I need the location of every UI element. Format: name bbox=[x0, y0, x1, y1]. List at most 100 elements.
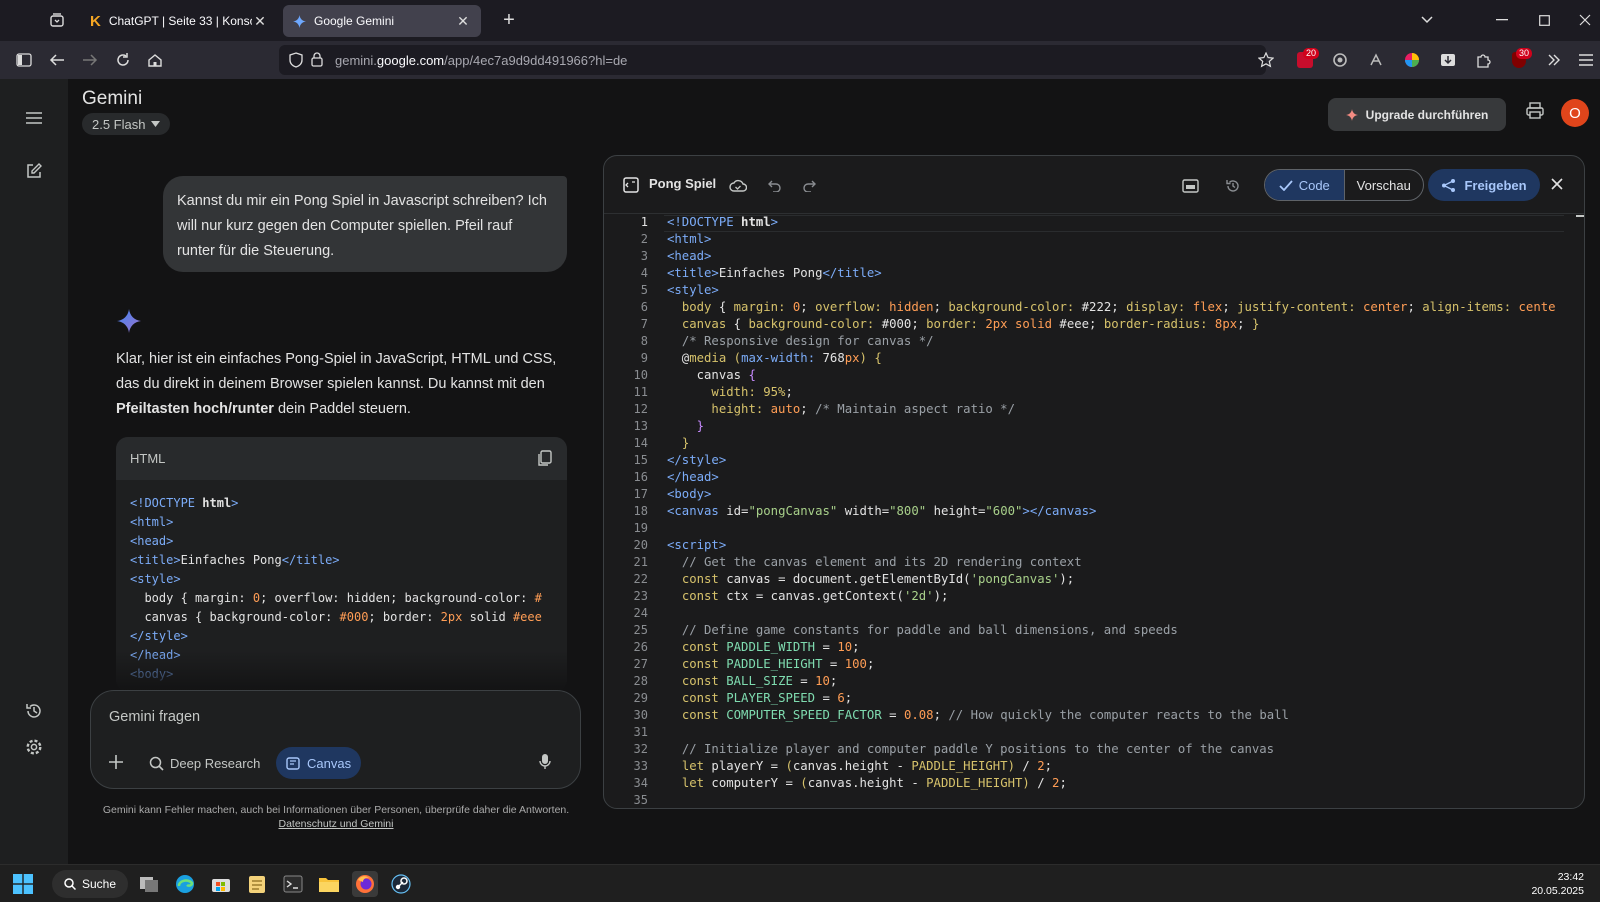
menu-hamburger-icon[interactable] bbox=[1574, 49, 1598, 71]
redo-icon[interactable] bbox=[800, 177, 818, 195]
tab-preview[interactable]: Vorschau bbox=[1345, 170, 1424, 200]
system-clock[interactable]: 23:42 20.05.2025 bbox=[1531, 870, 1584, 898]
model-name: 2.5 Flash bbox=[92, 116, 146, 132]
code-line: let playerY = (canvas.height - PADDLE_HE… bbox=[681, 759, 1053, 773]
share-button[interactable]: Freigeben bbox=[1428, 169, 1540, 201]
tracking-shield-icon[interactable] bbox=[289, 52, 303, 68]
adblock-extension-icon[interactable]: 20 bbox=[1293, 48, 1319, 71]
tab-list-chevron-icon[interactable] bbox=[1412, 8, 1442, 32]
line-number: 17 bbox=[633, 487, 648, 501]
close-tab-icon[interactable]: ✕ bbox=[455, 13, 471, 29]
code-block-header: HTML bbox=[116, 437, 567, 480]
microphone-icon[interactable] bbox=[539, 753, 551, 770]
code-line: <canvas id="pongCanvas" width="800" heig… bbox=[667, 504, 1097, 518]
maximize-window-icon[interactable] bbox=[1529, 8, 1559, 32]
reply-text-part: dein Paddel steuern. bbox=[273, 401, 411, 417]
tab-google-gemini[interactable]: Google Gemini ✕ bbox=[283, 5, 481, 37]
code-line: const PADDLE_HEIGHT = 100; bbox=[681, 657, 875, 671]
new-tab-icon[interactable]: + bbox=[497, 9, 521, 31]
code-fade-overlay bbox=[116, 651, 567, 691]
print-icon[interactable] bbox=[1525, 101, 1545, 121]
deep-research-button[interactable]: Deep Research bbox=[139, 747, 270, 779]
overflow-chevrons-icon[interactable] bbox=[1542, 49, 1566, 71]
close-tab-icon[interactable]: ✕ bbox=[252, 13, 268, 29]
extension-privacy-icon[interactable] bbox=[1328, 49, 1352, 71]
code-line: let computerY = (canvas.height - PADDLE_… bbox=[681, 776, 1067, 790]
main-menu-icon[interactable] bbox=[22, 106, 46, 130]
upgrade-button[interactable]: Upgrade durchführen bbox=[1328, 98, 1506, 131]
prompt-placeholder[interactable]: Gemini fragen bbox=[109, 709, 200, 725]
line-number: 9 bbox=[640, 351, 648, 365]
extension-translate-icon[interactable] bbox=[1364, 49, 1388, 71]
lock-icon[interactable] bbox=[311, 52, 323, 67]
forward-arrow-icon[interactable] bbox=[78, 49, 102, 71]
store-icon[interactable] bbox=[208, 871, 234, 897]
sidebar-toggle-icon[interactable] bbox=[12, 49, 36, 71]
extension-color-picker-icon[interactable] bbox=[1400, 49, 1424, 71]
reply-bold-text: Pfeiltasten hoch/runter bbox=[116, 401, 274, 417]
line-number: 18 bbox=[633, 504, 648, 518]
terminal-icon[interactable] bbox=[280, 871, 306, 897]
line-number: 7 bbox=[640, 317, 648, 331]
code-line: const ctx = canvas.getContext('2d'); bbox=[681, 589, 949, 603]
line-number: 29 bbox=[633, 691, 648, 705]
tab-chatgpt[interactable]: K ChatGPT | Seite 33 | Konsolentreff ✕ bbox=[80, 5, 278, 37]
code-line: const PADDLE_WIDTH = 10; bbox=[681, 640, 860, 654]
home-icon[interactable] bbox=[143, 49, 167, 71]
taskbar-search[interactable]: Suche bbox=[52, 870, 128, 898]
add-attachment-icon[interactable] bbox=[109, 755, 123, 769]
view-mode-toggle[interactable]: Code Vorschau bbox=[1264, 169, 1424, 201]
cloud-save-icon[interactable] bbox=[729, 177, 747, 195]
console-icon[interactable] bbox=[1181, 177, 1199, 195]
code-line: body { margin: 0; overflow: hidden; back… bbox=[681, 300, 1556, 314]
minimize-window-icon[interactable] bbox=[1487, 8, 1517, 32]
tab-overview-icon[interactable] bbox=[45, 9, 69, 31]
copy-icon[interactable] bbox=[537, 450, 553, 467]
code-line: @media (max-width: 768px) { bbox=[667, 351, 882, 365]
side-rail bbox=[0, 79, 68, 864]
line-number: 11 bbox=[633, 385, 648, 399]
bookmark-star-icon[interactable] bbox=[1254, 49, 1278, 71]
tab-code[interactable]: Code bbox=[1265, 170, 1345, 200]
reload-icon[interactable] bbox=[111, 49, 135, 71]
line-number: 16 bbox=[633, 470, 648, 484]
firefox-icon[interactable] bbox=[352, 871, 378, 897]
search-label: Suche bbox=[82, 877, 117, 891]
code-line: // Define game constants for paddle and … bbox=[681, 623, 1178, 637]
code-line: <body> bbox=[667, 487, 712, 501]
editor-scrollbar[interactable] bbox=[1576, 215, 1584, 217]
clock-date: 20.05.2025 bbox=[1531, 885, 1584, 897]
task-view-icon[interactable] bbox=[136, 871, 162, 897]
line-number: 6 bbox=[640, 300, 648, 314]
url-text[interactable]: gemini.google.com/app/4ec7a9d9dd491966?h… bbox=[335, 53, 627, 68]
edge-browser-icon[interactable] bbox=[172, 871, 198, 897]
privacy-link[interactable]: Datenschutz und Gemini bbox=[279, 818, 394, 830]
ublock-extension-icon[interactable]: 30 bbox=[1507, 48, 1532, 71]
undo-icon[interactable] bbox=[766, 177, 784, 195]
close-window-icon[interactable] bbox=[1570, 8, 1600, 32]
code-line: const BALL_SIZE = 10; bbox=[681, 674, 838, 688]
canvas-toggle-button[interactable]: Canvas bbox=[276, 747, 362, 779]
extensions-puzzle-icon[interactable] bbox=[1471, 49, 1495, 71]
model-selector[interactable]: 2.5 Flash bbox=[82, 113, 171, 135]
back-arrow-icon[interactable] bbox=[45, 49, 69, 71]
address-bar[interactable]: gemini.google.com/app/4ec7a9d9dd491966?h… bbox=[279, 45, 1266, 75]
line-number: 20 bbox=[633, 538, 648, 552]
extension-download-icon[interactable] bbox=[1436, 49, 1460, 71]
activity-history-icon[interactable] bbox=[22, 699, 46, 723]
steam-icon[interactable] bbox=[388, 871, 414, 897]
code-editor[interactable]: 1 2 3 4 5 6 7 8 9 10 11 12 13 14 15 16 17 18 19 20 21 22 23 24 2… bbox=[604, 215, 1584, 808]
windows-start-icon[interactable] bbox=[10, 871, 36, 897]
ublock-count-badge: 30 bbox=[1515, 48, 1532, 59]
line-number: 32 bbox=[633, 742, 648, 756]
prompt-input-box[interactable]: Gemini fragen Deep Research Canvas bbox=[90, 690, 581, 789]
url-prefix: gemini. bbox=[335, 53, 377, 68]
file-explorer-icon[interactable] bbox=[316, 871, 342, 897]
settings-gear-icon[interactable] bbox=[22, 735, 46, 759]
close-canvas-icon[interactable] bbox=[1551, 178, 1563, 190]
version-history-icon[interactable] bbox=[1224, 177, 1242, 195]
avatar[interactable]: O bbox=[1561, 99, 1589, 127]
line-number: 28 bbox=[633, 674, 648, 688]
notepad-icon[interactable] bbox=[244, 871, 270, 897]
new-chat-icon[interactable] bbox=[22, 159, 46, 183]
